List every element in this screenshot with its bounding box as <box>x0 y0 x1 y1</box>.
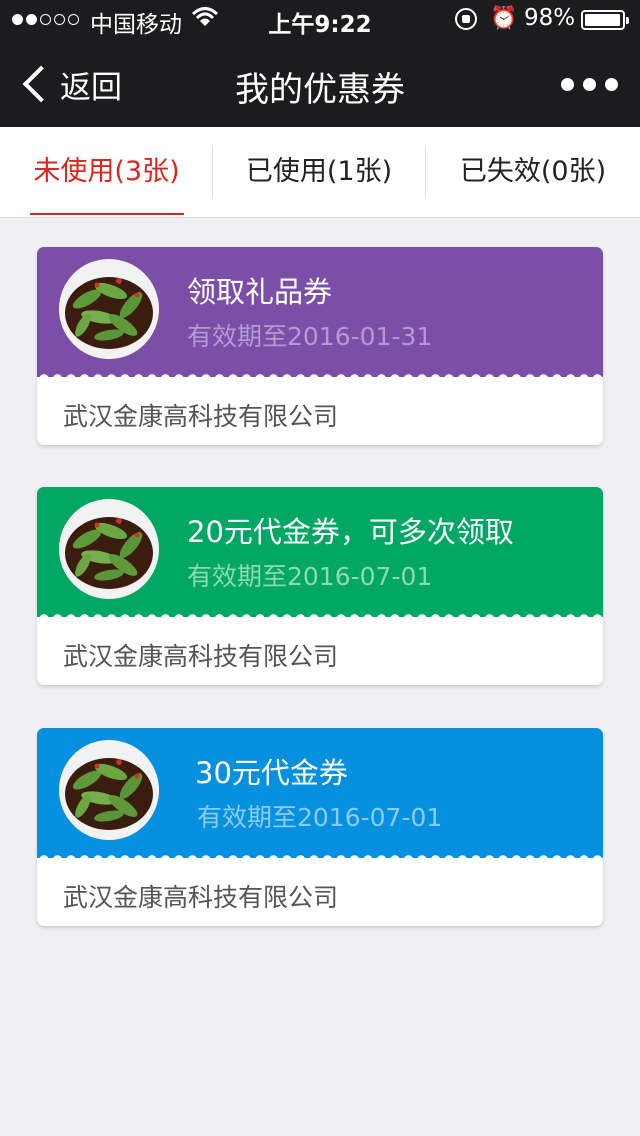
coupon-company: 武汉金康高科技有限公司 <box>63 402 339 431</box>
battery-fill <box>585 14 621 26</box>
tab-expired[interactable]: 已失效(0张) <box>426 127 640 217</box>
coupon-header: 30元代金券 有效期至2016-07-01 <box>37 728 603 860</box>
coupon-company: 武汉金康高科技有限公司 <box>63 883 339 912</box>
coupon-card[interactable]: 领取礼品券 有效期至2016-01-31 武汉金康高科技有限公司 <box>37 247 603 445</box>
coupon-expiry: 有效期至2016-07-01 <box>197 803 443 832</box>
active-tab-indicator <box>30 213 184 215</box>
coupon-expiry: 有效期至2016-01-31 <box>187 322 433 351</box>
coupon-expiry: 有效期至2016-07-01 <box>187 562 433 591</box>
edamame-dish-image <box>59 259 159 359</box>
coupon-name: 领取礼品券 <box>187 275 333 309</box>
coupon-card[interactable]: 30元代金券 有效期至2016-07-01 武汉金康高科技有限公司 <box>37 728 603 926</box>
edamame-dish-image <box>59 499 159 599</box>
coupon-header: 领取礼品券 有效期至2016-01-31 <box>37 247 603 379</box>
alarm-icon: ⏰ <box>490 6 518 31</box>
battery-icon <box>581 10 629 30</box>
coupon-tabs: 未使用(3张) 已使用(1张) 已失效(0张) <box>0 127 640 218</box>
coupon-header: 20元代金券，可多次领取 有效期至2016-07-01 <box>37 487 603 619</box>
coupon-company: 武汉金康高科技有限公司 <box>63 642 339 671</box>
edamame-dish-image <box>59 740 159 840</box>
battery-percent: 98% <box>524 5 576 31</box>
coupon-thumbnail <box>59 259 159 359</box>
top-bar: 中国移动 上午9:22 ⏰ 98% 返回 我的优惠券 <box>0 0 640 127</box>
coupon-thumbnail <box>59 499 159 599</box>
more-dots-icon[interactable] <box>561 78 618 91</box>
coupon-card[interactable]: 20元代金券，可多次领取 有效期至2016-07-01 武汉金康高科技有限公司 <box>37 487 603 685</box>
coupon-name: 30元代金券 <box>195 756 348 790</box>
page-title: 我的优惠券 <box>235 70 405 110</box>
coupon-name: 20元代金券，可多次领取 <box>187 515 514 549</box>
tab-unused[interactable]: 未使用(3张) <box>0 127 213 217</box>
scalloped-edge <box>37 850 603 860</box>
scalloped-edge <box>37 609 603 619</box>
scalloped-edge <box>37 369 603 379</box>
navigation-bar: 返回 我的优惠券 <box>0 40 640 127</box>
status-bar: 中国移动 上午9:22 ⏰ 98% <box>0 0 640 40</box>
tab-used[interactable]: 已使用(1张) <box>213 127 425 217</box>
coupon-thumbnail <box>59 740 159 840</box>
rotation-lock-icon <box>455 8 477 30</box>
